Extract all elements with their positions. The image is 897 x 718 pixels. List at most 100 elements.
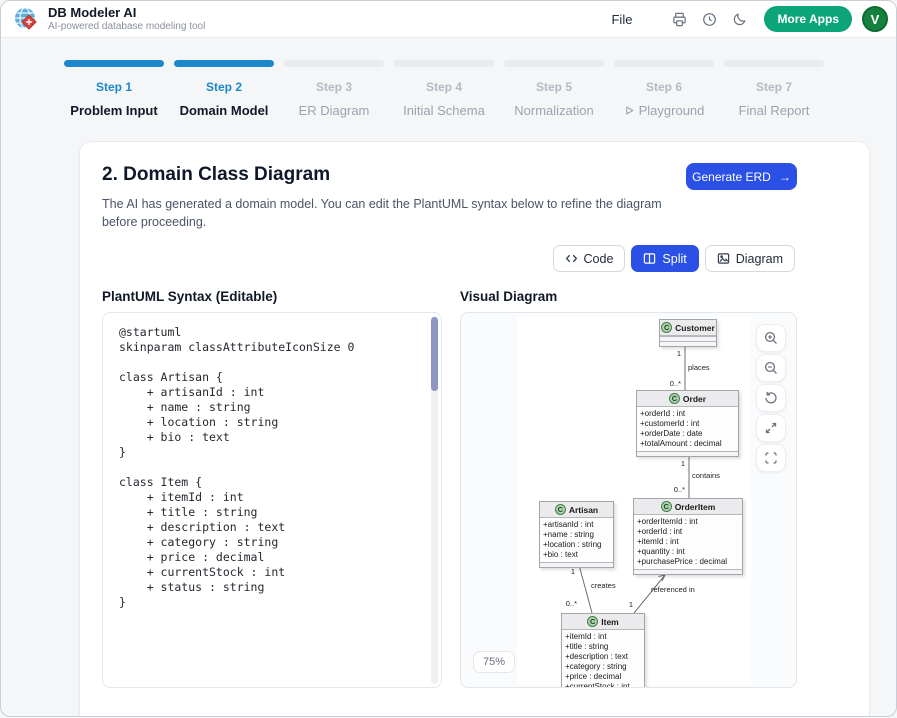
class-attribute: +price : decimal bbox=[565, 672, 641, 682]
class-attribute: +bio : text bbox=[543, 550, 610, 560]
more-apps-button[interactable]: More Apps bbox=[764, 6, 852, 32]
class-attribute: +orderId : int bbox=[640, 409, 735, 419]
class-icon: C bbox=[669, 393, 680, 404]
class-attribute: +quantity : int bbox=[637, 547, 739, 557]
editor-panel-title: PlantUML Syntax (Editable) bbox=[102, 289, 277, 304]
step-normalization[interactable]: Step 5 Normalization bbox=[504, 60, 604, 118]
relation-multiplicity: 1 bbox=[571, 567, 575, 576]
zoom-level-badge: 75% bbox=[473, 651, 515, 673]
step-label: Initial Schema bbox=[403, 103, 485, 118]
generate-erd-label: Generate ERD bbox=[692, 170, 771, 184]
class-attribute: +itemId : int bbox=[637, 537, 739, 547]
class-attribute: +itemId : int bbox=[565, 632, 641, 642]
expand-button[interactable] bbox=[756, 414, 786, 442]
play-icon bbox=[624, 105, 635, 116]
clock-icon[interactable] bbox=[694, 6, 724, 32]
class-attribute: +category : string bbox=[565, 662, 641, 672]
image-icon bbox=[717, 252, 730, 265]
view-code-button[interactable]: Code bbox=[553, 245, 626, 272]
view-toggle: Code Split Diagram bbox=[553, 245, 795, 272]
file-menu[interactable]: File bbox=[603, 8, 640, 31]
app-title-block: DB Modeler AI AI-powered database modeli… bbox=[48, 6, 205, 32]
arrow-right-icon: → bbox=[779, 170, 791, 184]
step-number: Step 6 bbox=[614, 80, 714, 94]
step-domain-model[interactable]: Step 2 Domain Model bbox=[174, 60, 274, 118]
user-avatar[interactable]: V bbox=[862, 6, 888, 32]
relation-multiplicity: 0..* bbox=[566, 599, 577, 608]
zoom-out-button[interactable] bbox=[756, 354, 786, 382]
class-name: Customer bbox=[675, 323, 715, 333]
class-attribute: +orderItemId : int bbox=[637, 517, 739, 527]
diagram-panel-title: Visual Diagram bbox=[460, 289, 557, 304]
class-icon: C bbox=[555, 504, 566, 515]
step-final-report[interactable]: Step 7 Final Report bbox=[724, 60, 824, 118]
uml-class-item[interactable]: CItem +itemId : int +title : string +des… bbox=[561, 613, 645, 688]
class-attribute: +orderDate : date bbox=[640, 429, 735, 439]
app-subtitle: AI-powered database modeling tool bbox=[48, 21, 205, 32]
step-number: Step 5 bbox=[504, 80, 604, 94]
split-icon bbox=[643, 252, 656, 265]
page-description: The AI has generated a domain model. You… bbox=[102, 195, 677, 231]
editor-scrollbar-thumb[interactable] bbox=[431, 317, 438, 391]
fit-view-button[interactable] bbox=[756, 444, 786, 472]
relation-multiplicity: 1 bbox=[681, 459, 685, 468]
print-icon[interactable] bbox=[664, 6, 694, 32]
class-attribute: +purchasePrice : decimal bbox=[637, 557, 739, 567]
step-initial-schema[interactable]: Step 4 Initial Schema bbox=[394, 60, 494, 118]
class-name: Artisan bbox=[569, 505, 598, 515]
relation-label: places bbox=[688, 363, 710, 372]
relation-label: referenced in bbox=[651, 585, 695, 594]
class-name: OrderItem bbox=[675, 502, 716, 512]
class-attribute: +orderId : int bbox=[637, 527, 739, 537]
uml-class-artisan[interactable]: CArtisan +artisanId : int +name : string… bbox=[539, 501, 614, 568]
step-number: Step 1 bbox=[64, 80, 164, 94]
step-number: Step 4 bbox=[394, 80, 494, 94]
uml-class-orderitem[interactable]: COrderItem +orderItemId : int +orderId :… bbox=[633, 498, 743, 575]
code-icon bbox=[565, 252, 578, 265]
app-header: DB Modeler AI AI-powered database modeli… bbox=[1, 1, 896, 38]
plantuml-editor: @startuml skinparam classAttributeIconSi… bbox=[102, 312, 442, 688]
empty-compartment bbox=[634, 569, 742, 574]
main-card: 2. Domain Class Diagram Generate ERD → T… bbox=[79, 141, 870, 717]
step-playground[interactable]: Step 6 Playground bbox=[614, 60, 714, 118]
step-problem-input[interactable]: Step 1 Problem Input bbox=[64, 60, 164, 118]
step-label: ER Diagram bbox=[299, 103, 370, 118]
step-er-diagram[interactable]: Step 3 ER Diagram bbox=[284, 60, 384, 118]
step-progress-bar bbox=[64, 60, 164, 67]
class-attribute: +title : string bbox=[565, 642, 641, 652]
header-actions: File More Apps V bbox=[603, 6, 888, 32]
page-title: 2. Domain Class Diagram bbox=[102, 164, 330, 186]
class-attribute: +location : string bbox=[543, 540, 610, 550]
class-attribute: +totalAmount : decimal bbox=[640, 439, 735, 449]
theme-toggle-icon[interactable] bbox=[724, 6, 754, 32]
relation-label: creates bbox=[591, 581, 616, 590]
uml-class-order[interactable]: COrder +orderId : int +customerId : int … bbox=[636, 390, 739, 457]
empty-compartment bbox=[637, 451, 738, 456]
step-progress-bar bbox=[724, 60, 824, 67]
reset-view-button[interactable] bbox=[756, 384, 786, 412]
diagram-canvas[interactable]: CCustomer COrder +orderId : int +custome… bbox=[460, 312, 797, 688]
class-attribute: +name : string bbox=[543, 530, 610, 540]
view-diagram-button[interactable]: Diagram bbox=[705, 245, 795, 272]
app-window: DB Modeler AI AI-powered database modeli… bbox=[0, 0, 897, 717]
step-progress-bar bbox=[504, 60, 604, 67]
step-label: Playground bbox=[639, 103, 705, 118]
view-split-button[interactable]: Split bbox=[631, 245, 698, 272]
zoom-in-button[interactable] bbox=[756, 324, 786, 352]
step-label: Final Report bbox=[739, 103, 810, 118]
stepper: Step 1 Problem Input Step 2 Domain Model… bbox=[64, 60, 896, 118]
class-icon: C bbox=[587, 616, 598, 627]
plantuml-code-input[interactable]: @startuml skinparam classAttributeIconSi… bbox=[103, 313, 429, 687]
class-name: Item bbox=[601, 617, 618, 627]
relation-multiplicity: 0..* bbox=[670, 379, 681, 388]
relation-label: contains bbox=[692, 471, 720, 480]
step-progress-bar bbox=[174, 60, 274, 67]
generate-erd-button[interactable]: Generate ERD → bbox=[686, 163, 797, 190]
class-icon: C bbox=[661, 501, 672, 512]
step-number: Step 2 bbox=[174, 80, 274, 94]
relation-multiplicity: 1 bbox=[677, 349, 681, 358]
step-progress-bar bbox=[614, 60, 714, 67]
class-name: Order bbox=[683, 394, 706, 404]
step-number: Step 7 bbox=[724, 80, 824, 94]
uml-class-customer[interactable]: CCustomer bbox=[659, 319, 717, 347]
